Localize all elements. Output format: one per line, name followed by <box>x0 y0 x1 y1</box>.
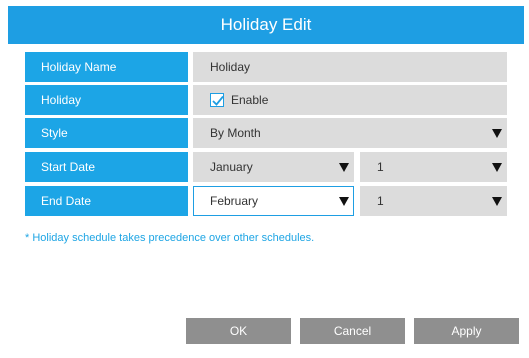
enable-label: Enable <box>231 93 269 107</box>
style-select[interactable]: By Month <box>193 118 507 148</box>
holiday-precedence-note: * Holiday schedule takes precedence over… <box>25 232 315 244</box>
end-day-value: 1 <box>377 194 384 208</box>
start-month-select[interactable]: January <box>193 152 354 182</box>
end-date-label: End Date <box>25 186 188 216</box>
enable-checkbox[interactable] <box>210 93 224 107</box>
start-date-label: Start Date <box>25 152 188 182</box>
apply-button[interactable]: Apply <box>414 318 519 344</box>
style-label: Style <box>25 118 188 148</box>
style-row: Style By Month <box>25 118 507 148</box>
dialog-title: Holiday Edit <box>8 6 524 44</box>
holiday-name-row: Holiday Name Holiday <box>25 52 507 82</box>
holiday-label: Holiday <box>25 85 188 115</box>
start-date-row: Start Date January 1 <box>25 152 507 182</box>
cancel-button[interactable]: Cancel <box>300 318 405 344</box>
end-day-select[interactable]: 1 <box>360 186 507 216</box>
end-date-row: End Date February 1 <box>25 186 507 216</box>
dropdown-arrow-icon <box>492 197 502 206</box>
end-month-value: February <box>210 194 259 208</box>
start-day-select[interactable]: 1 <box>360 152 507 182</box>
holiday-name-input[interactable]: Holiday <box>193 52 507 82</box>
end-month-select[interactable]: February <box>193 186 354 216</box>
ok-button[interactable]: OK <box>186 318 291 344</box>
start-day-value: 1 <box>377 160 384 174</box>
holiday-name-label: Holiday Name <box>25 52 188 82</box>
start-month-value: January <box>210 160 253 174</box>
dropdown-arrow-icon <box>492 129 502 138</box>
dropdown-arrow-icon <box>339 197 349 206</box>
dropdown-arrow-icon <box>339 163 349 172</box>
holiday-enable-field: Enable <box>193 85 507 115</box>
check-icon <box>212 95 224 106</box>
style-select-value: By Month <box>210 126 261 140</box>
holiday-enable-row: Holiday Enable <box>25 85 507 115</box>
dropdown-arrow-icon <box>492 163 502 172</box>
holiday-edit-dialog: Holiday Edit Holiday Name Holiday Holida… <box>8 6 524 356</box>
